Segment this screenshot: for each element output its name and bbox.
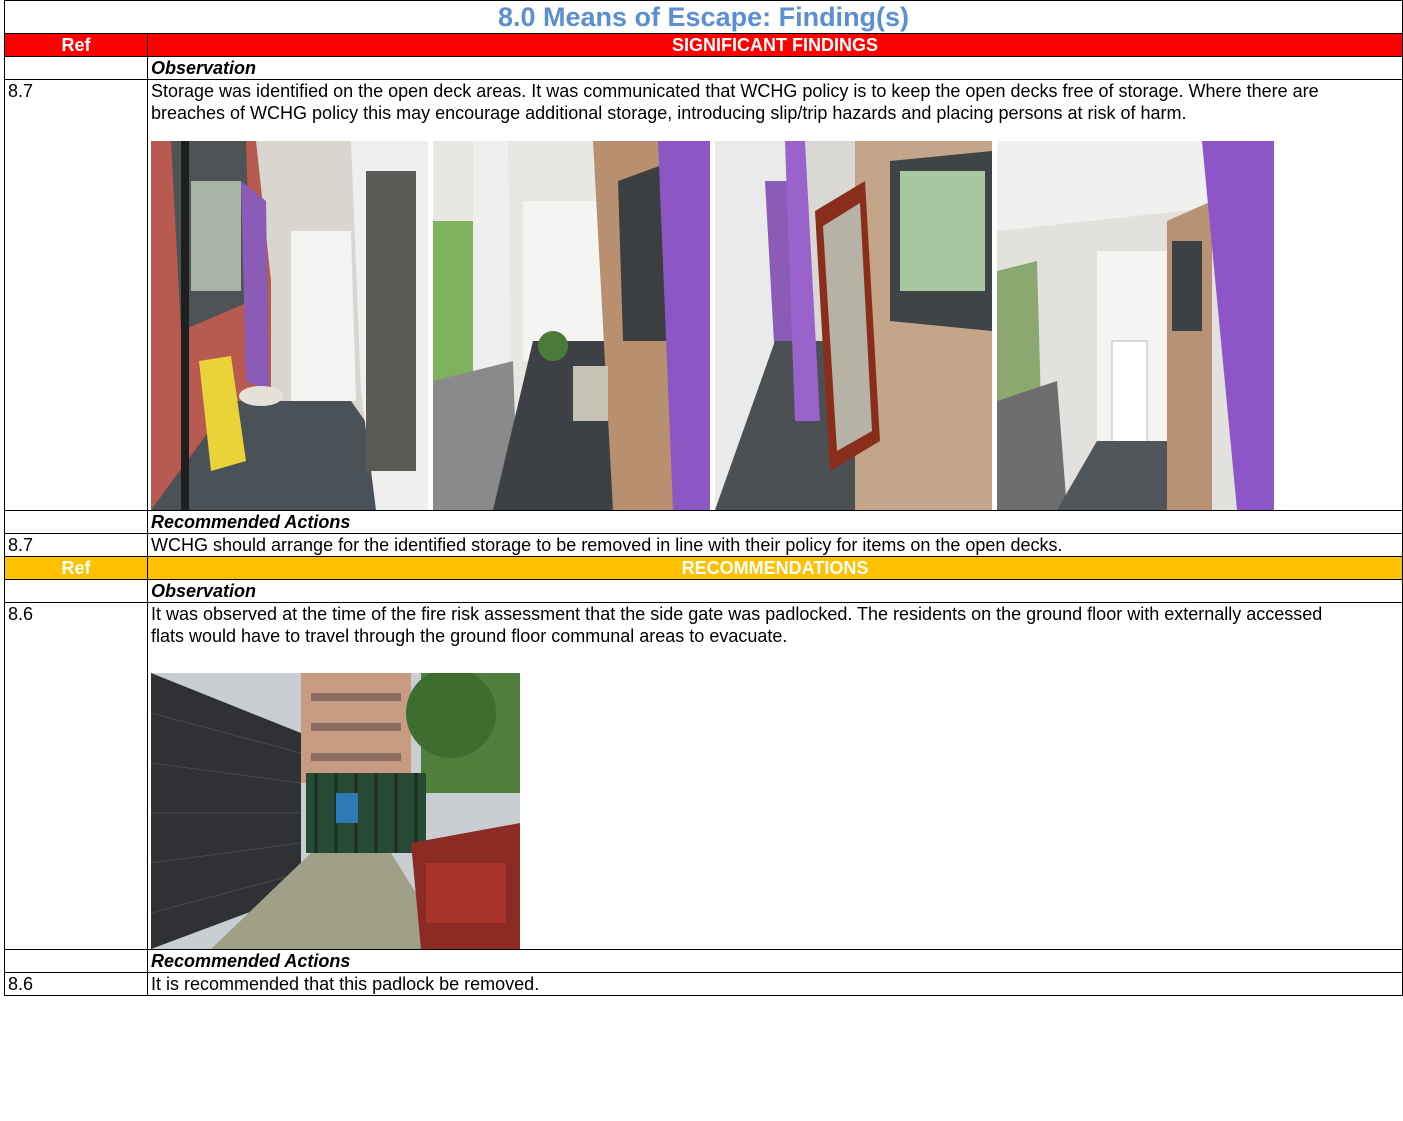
findings-table: 8.0 Means of Escape: Finding(s) Ref SIGN…	[3, 0, 1403, 996]
photo-open-deck-fridge	[997, 141, 1274, 510]
observation-text: It was observed at the time of the fire …	[151, 604, 1323, 646]
recommendations-header-row: Ref RECOMMENDATIONS	[4, 556, 1403, 580]
significant-observation-row: 8.7 Storage was identified on the open d…	[4, 79, 1403, 511]
recommendations-actions-label-row: Recommended Actions	[4, 949, 1403, 973]
photo-gallery	[151, 141, 1399, 510]
observation-cell: It was observed at the time of the fire …	[146, 602, 1403, 950]
observation-ref: 8.6	[4, 602, 148, 950]
actions-ref: 8.6	[4, 972, 148, 996]
ref-column-header: Ref	[4, 556, 148, 580]
recommendations-header: RECOMMENDATIONS	[146, 556, 1403, 580]
observation-cell: Storage was identified on the open deck …	[146, 79, 1403, 511]
actions-text: WCHG should arrange for the identified s…	[146, 533, 1403, 557]
recommendations-observation-row: 8.6 It was observed at the time of the f…	[4, 602, 1403, 950]
actions-ref: 8.7	[4, 533, 148, 557]
recommendations-observation-label-row: Observation	[4, 579, 1403, 603]
significant-observation-label-row: Observation	[4, 56, 1403, 80]
photo-open-deck-plants	[433, 141, 710, 510]
observation-label: Observation	[146, 579, 1403, 603]
significant-actions-row: 8.7 WCHG should arrange for the identifi…	[4, 533, 1403, 557]
observation-text: Storage was identified on the open deck …	[151, 81, 1319, 123]
page-title: 8.0 Means of Escape: Finding(s)	[3, 0, 1403, 34]
recommendations-actions-row: 8.6 It is recommended that this padlock …	[4, 972, 1403, 996]
significant-header-row: Ref SIGNIFICANT FINDINGS	[4, 33, 1403, 57]
recommended-actions-label: Recommended Actions	[146, 510, 1403, 534]
title-row: 8.0 Means of Escape: Finding(s)	[3, 0, 1403, 34]
photo-open-deck-door	[715, 141, 992, 510]
significant-findings-header: SIGNIFICANT FINDINGS	[146, 33, 1403, 57]
recommended-actions-label: Recommended Actions	[146, 949, 1403, 973]
photo-gallery	[151, 673, 1399, 949]
observation-ref: 8.7	[4, 79, 148, 511]
photo-open-deck-chair	[151, 141, 428, 510]
observation-label: Observation	[146, 56, 1403, 80]
significant-actions-label-row: Recommended Actions	[4, 510, 1403, 534]
actions-text: It is recommended that this padlock be r…	[146, 972, 1403, 996]
photo-side-gate	[151, 673, 520, 949]
ref-column-header: Ref	[4, 33, 148, 57]
